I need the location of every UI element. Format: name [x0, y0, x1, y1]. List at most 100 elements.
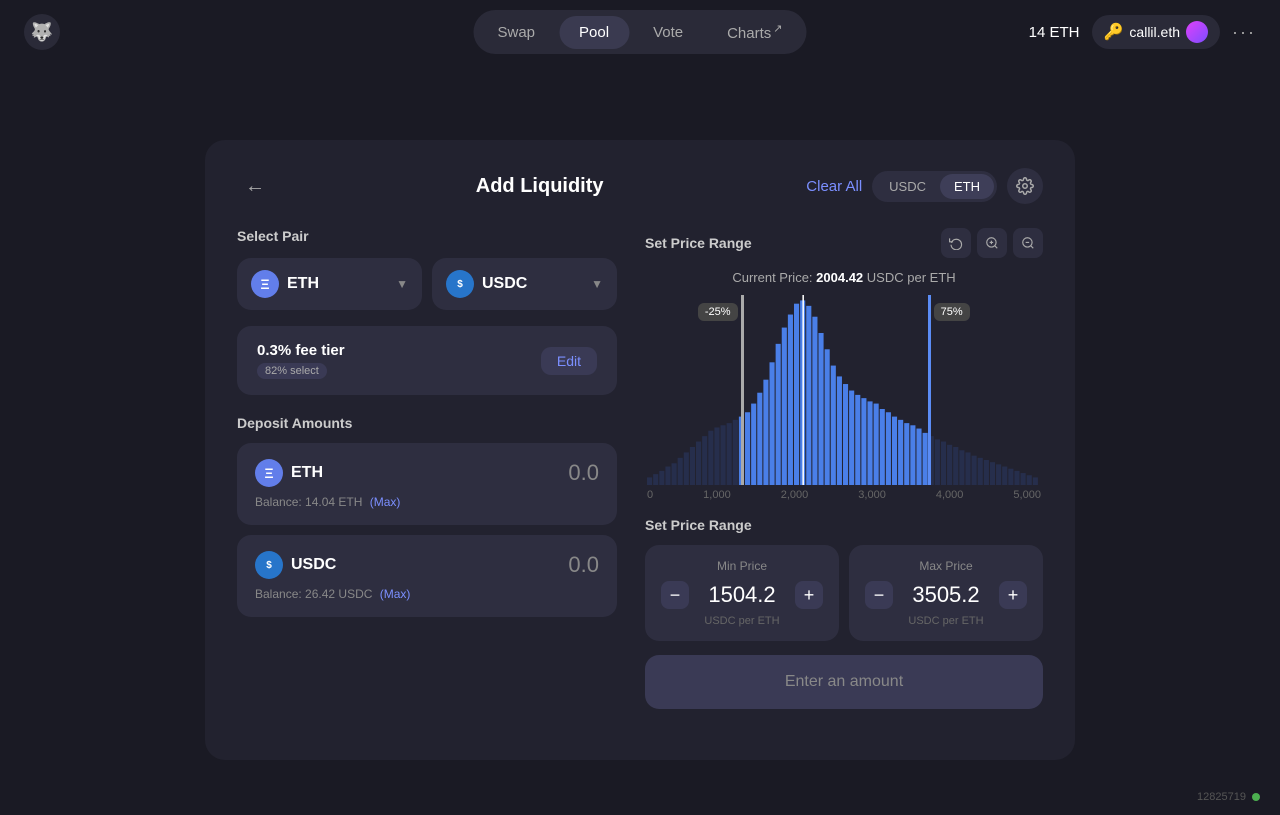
eth-deposit-box: Ξ ETH 0.0 Balance: 14.04 ETH (Max) [237, 443, 617, 525]
usdc-deposit-box: $ USDC 0.0 Balance: 26.42 USDC (Max) [237, 535, 617, 617]
fee-tier-box: 0.3% fee tier 82% select Edit [237, 326, 617, 395]
min-price-box: Min Price − 1504.2 + USDC per ETH [645, 545, 839, 641]
usdc-max-link[interactable]: (Max) [380, 587, 411, 601]
select-pair-title: Select Pair [237, 228, 617, 244]
chart-label-1: 1,000 [703, 489, 731, 501]
min-price-unit: USDC per ETH [661, 615, 823, 627]
chart-controls [941, 228, 1043, 258]
token-b-select[interactable]: $ USDC ▼ [432, 258, 617, 310]
nav-tab-charts[interactable]: Charts↗ [707, 14, 802, 50]
main-panel: ← Add Liquidity Clear All USDC ETH Selec… [205, 140, 1075, 760]
zoom-out-button[interactable] [1013, 228, 1043, 258]
left-handle-label: -25% [698, 303, 738, 321]
set-price-range-subtitle: Set Price Range [645, 517, 1043, 533]
refresh-button[interactable] [941, 228, 971, 258]
usdc-deposit-token: $ USDC [255, 551, 336, 579]
token-a-name: ETH [287, 275, 388, 293]
max-price-increase-button[interactable]: + [999, 581, 1027, 609]
more-button[interactable]: ··· [1232, 22, 1256, 43]
max-price-value[interactable]: 3505.2 [901, 582, 991, 608]
chart-label-2: 2,000 [781, 489, 809, 501]
usdc-icon: $ [446, 270, 474, 298]
nav-tab-swap[interactable]: Swap [478, 16, 556, 49]
nav-tab-vote[interactable]: Vote [633, 16, 703, 49]
toggle-eth-button[interactable]: ETH [940, 174, 994, 199]
fee-select-pct: 82% select [257, 363, 327, 379]
min-price-label: Min Price [661, 559, 823, 573]
min-price-decrease-button[interactable]: − [661, 581, 689, 609]
price-range-header: Set Price Range [645, 228, 1043, 258]
usdc-deposit-top: $ USDC 0.0 [255, 551, 599, 579]
eth-deposit-amount[interactable]: 0.0 [568, 460, 599, 486]
back-button[interactable]: ← [237, 171, 273, 202]
eth-deposit-icon: Ξ [255, 459, 283, 487]
right-range-handle[interactable]: 75% [928, 295, 931, 485]
eth-balance: 14 ETH [1029, 24, 1080, 41]
wallet-name: callil.eth [1129, 24, 1180, 40]
chart-label-3: 3,000 [858, 489, 886, 501]
status-dot [1252, 793, 1260, 801]
wallet-pill[interactable]: 🔑 callil.eth [1092, 15, 1221, 49]
enter-amount-button[interactable]: Enter an amount [645, 655, 1043, 709]
pair-row: Ξ ETH ▼ $ USDC ▼ [237, 258, 617, 310]
block-number: 12825719 [1197, 791, 1246, 803]
price-range-title: Set Price Range [645, 235, 752, 251]
chart-svg [645, 295, 1043, 485]
fee-info: 0.3% fee tier 82% select [257, 342, 345, 379]
left-range-handle[interactable]: -25% [741, 295, 744, 485]
toggle-usdc-button[interactable]: USDC [875, 174, 940, 199]
current-price-row: Current Price: 2004.42 USDC per ETH [645, 270, 1043, 285]
max-price-decrease-button[interactable]: − [865, 581, 893, 609]
eth-max-link[interactable]: (Max) [370, 495, 401, 509]
chart-label-4: 4,000 [936, 489, 964, 501]
nav-tabs: Swap Pool Vote Charts↗ [474, 10, 807, 54]
current-price-value: 2004.42 [816, 270, 863, 285]
bottom-bar: 12825719 [1197, 791, 1260, 803]
right-column: Set Price Range [645, 228, 1043, 709]
token-b-name: USDC [482, 275, 583, 293]
min-price-value[interactable]: 1504.2 [697, 582, 787, 608]
edit-fee-button[interactable]: Edit [541, 347, 597, 375]
left-column: Select Pair Ξ ETH ▼ $ USDC ▼ 0.3% fee ti… [237, 228, 617, 709]
external-link-icon: ↗ [773, 23, 782, 35]
svg-text:🐺: 🐺 [31, 21, 53, 42]
navbar: 🐺 Swap Pool Vote Charts↗ 14 ETH 🔑 callil… [0, 0, 1280, 64]
right-handle-label: 75% [934, 303, 970, 321]
token-b-chevron-icon: ▼ [591, 277, 603, 291]
panel-actions: Clear All USDC ETH [806, 168, 1043, 204]
max-price-controls: − 3505.2 + [865, 581, 1027, 609]
max-price-label: Max Price [865, 559, 1027, 573]
usdc-deposit-symbol: USDC [291, 556, 336, 574]
settings-button[interactable] [1007, 168, 1043, 204]
usdc-deposit-amount[interactable]: 0.0 [568, 552, 599, 578]
max-price-box: Max Price − 3505.2 + USDC per ETH [849, 545, 1043, 641]
min-price-increase-button[interactable]: + [795, 581, 823, 609]
eth-deposit-token: Ξ ETH [255, 459, 323, 487]
zoom-in-button[interactable] [977, 228, 1007, 258]
deposit-amounts-title: Deposit Amounts [237, 415, 617, 431]
token-a-chevron-icon: ▼ [396, 277, 408, 291]
chart-labels: 0 1,000 2,000 3,000 4,000 5,000 [645, 489, 1043, 501]
eth-deposit-symbol: ETH [291, 464, 323, 482]
fee-tier-label: 0.3% fee tier [257, 342, 345, 359]
usdc-deposit-balance: Balance: 26.42 USDC (Max) [255, 587, 599, 601]
token-a-select[interactable]: Ξ ETH ▼ [237, 258, 422, 310]
clear-all-button[interactable]: Clear All [806, 178, 862, 195]
panel-title: Add Liquidity [476, 175, 604, 198]
price-inputs-row: Min Price − 1504.2 + USDC per ETH Max Pr… [645, 545, 1043, 641]
usdc-deposit-icon: $ [255, 551, 283, 579]
eth-deposit-balance: Balance: 14.04 ETH (Max) [255, 495, 599, 509]
token-toggle: USDC ETH [872, 171, 997, 202]
current-price-label: Current Price: [732, 270, 812, 285]
max-price-unit: USDC per ETH [865, 615, 1027, 627]
eth-icon: Ξ [251, 270, 279, 298]
wallet-avatar [1186, 21, 1208, 43]
set-price-range-section: Set Price Range Min Price − 1504.2 + USD… [645, 517, 1043, 641]
chart-label-5: 5,000 [1013, 489, 1041, 501]
nav-right: 14 ETH 🔑 callil.eth ··· [1029, 15, 1256, 49]
nav-tab-pool[interactable]: Pool [559, 16, 629, 49]
min-price-controls: − 1504.2 + [661, 581, 823, 609]
price-chart: -25% 75% [645, 295, 1043, 485]
chart-label-0: 0 [647, 489, 653, 501]
eth-deposit-top: Ξ ETH 0.0 [255, 459, 599, 487]
